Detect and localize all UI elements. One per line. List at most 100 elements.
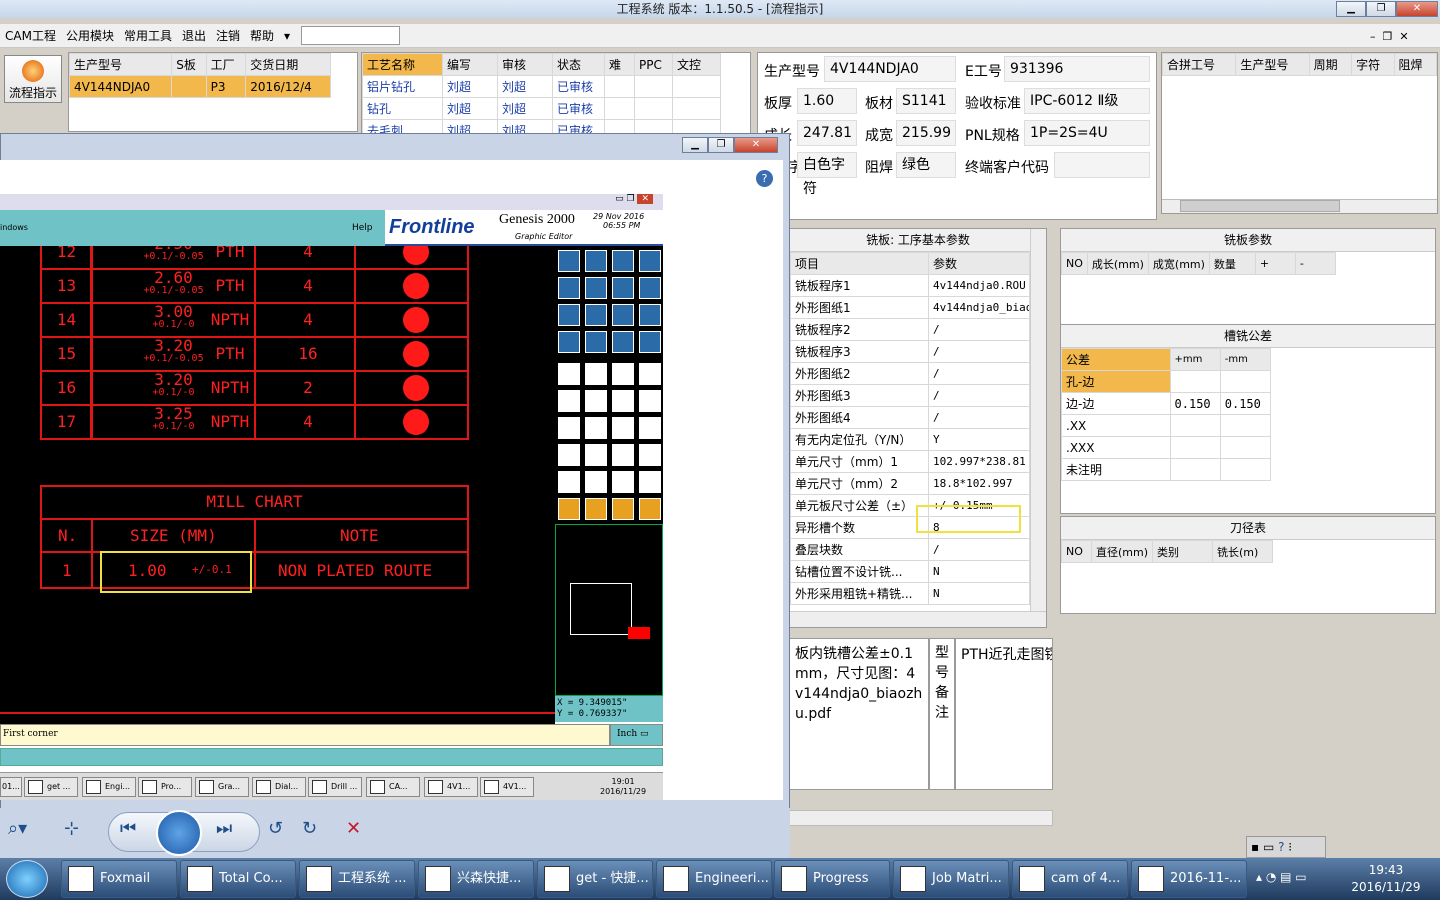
taskbar-button[interactable]: 2016-11-... xyxy=(1131,860,1247,898)
merge-header[interactable]: 字符 xyxy=(1351,53,1395,76)
st-row[interactable]: 孔-边 xyxy=(1061,370,1272,393)
toolbox-tool-icon[interactable] xyxy=(612,331,634,353)
remote-max[interactable]: ❐ xyxy=(708,137,734,153)
toolbox-tool-icon[interactable] xyxy=(585,331,607,353)
mill-row[interactable]: 外形图纸2/ xyxy=(790,362,1030,385)
prod-field[interactable]: 4V144NDJA0 xyxy=(824,56,956,82)
inner-task-button[interactable]: Engi... xyxy=(82,777,136,797)
toolbox-tool-icon[interactable] xyxy=(585,250,607,272)
help-icon[interactable]: ? xyxy=(756,170,773,187)
toolbox-tool-icon[interactable] xyxy=(558,444,580,466)
inner-task-button[interactable]: 4V1... xyxy=(424,777,478,797)
process-row[interactable]: 钻孔 刘超 刘超 已审核 xyxy=(362,97,721,120)
inner-task-button[interactable]: Pro... xyxy=(138,777,192,797)
command-prompt[interactable]: First corner xyxy=(0,724,610,746)
inner-task-button[interactable]: CA... xyxy=(366,777,420,797)
inner-task-button[interactable]: Drill ... xyxy=(308,777,362,797)
toolbox-tool-icon[interactable] xyxy=(558,304,580,326)
st-header[interactable]: 公差 xyxy=(1061,348,1171,371)
knife-header[interactable]: 类别 xyxy=(1152,540,1214,563)
taskbar-button[interactable]: get - 快捷... xyxy=(537,860,653,898)
toolbox-tool-icon[interactable] xyxy=(612,250,634,272)
taskbar-button[interactable]: 兴森快捷... xyxy=(418,860,534,898)
process-header[interactable]: 审核 xyxy=(497,53,553,76)
mat-field[interactable]: S1141 xyxy=(896,88,956,114)
taskbar-button[interactable]: Engineeri... xyxy=(656,860,772,898)
merge-header[interactable]: 生产型号 xyxy=(1235,53,1310,76)
toolbox-tool-icon[interactable] xyxy=(612,304,634,326)
toolbox-tool-icon[interactable] xyxy=(612,498,634,520)
rotate-left-icon[interactable]: ↺ xyxy=(268,818,283,839)
genesis-help-menu[interactable]: Help xyxy=(352,223,373,233)
st-row[interactable]: .XXX xyxy=(1061,436,1272,459)
end-field[interactable] xyxy=(1054,152,1150,178)
knife-header[interactable]: 铣长(m) xyxy=(1212,540,1274,563)
mill-row[interactable]: 单元尺寸（mm）1 102.997*238.81 xyxy=(790,450,1030,473)
mill-row[interactable]: 外形图纸4/ xyxy=(790,406,1030,429)
mill-row[interactable]: 单元尺寸（mm）2 18.8*102.997 xyxy=(790,472,1030,495)
knife-header[interactable]: NO xyxy=(1061,540,1092,563)
menu-logout[interactable]: 注销 xyxy=(211,24,245,48)
toolbox-tool-icon[interactable] xyxy=(639,498,661,520)
zoom-icon[interactable]: ⌕▾ xyxy=(8,818,27,839)
mp-header[interactable]: - xyxy=(1294,252,1336,275)
order-header[interactable]: 工厂 xyxy=(205,53,247,76)
toolbox-tool-icon[interactable] xyxy=(558,390,580,412)
inner-task-button[interactable]: Gra... xyxy=(195,777,249,797)
st-row[interactable]: 未注明 xyxy=(1061,458,1272,481)
merge-header[interactable]: 阻焊 xyxy=(1393,53,1438,76)
toolbox-tool-icon[interactable] xyxy=(639,277,661,299)
mill-row[interactable]: 叠层块数 / xyxy=(790,538,1030,561)
toolbox-tool-icon[interactable] xyxy=(585,277,607,299)
st-header[interactable]: -mm xyxy=(1219,348,1272,371)
toolbox-tool-icon[interactable] xyxy=(585,304,607,326)
toolbox-tool-icon[interactable] xyxy=(558,250,580,272)
mill-row[interactable]: 外形采用粗铣+精铣... N xyxy=(790,582,1030,605)
next-icon[interactable]: ⏭ xyxy=(216,818,232,839)
taskbar-button[interactable]: cam of 4... xyxy=(1012,860,1128,898)
taskbar-button[interactable]: Progress xyxy=(774,860,890,898)
delete-icon[interactable]: ✕ xyxy=(346,818,361,839)
thick-field[interactable]: 1.60 xyxy=(797,88,857,114)
inner-task-button[interactable]: 01... xyxy=(0,777,22,797)
st-row[interactable]: 边-边 0.150 0.150 xyxy=(1061,392,1272,415)
tray-icons[interactable]: ▴ ◔ ▤ ▭ xyxy=(1256,870,1307,884)
toolbox-tool-icon[interactable] xyxy=(585,498,607,520)
pnl-field[interactable]: 1P=2S=4U xyxy=(1024,120,1150,146)
grow-field[interactable]: 247.81 xyxy=(797,120,857,146)
process-header[interactable]: 难 xyxy=(604,53,635,76)
close-button[interactable]: ✕ xyxy=(1396,1,1438,17)
toolbox-tool-icon[interactable] xyxy=(612,471,634,493)
mp-header[interactable]: 成宽(mm) xyxy=(1147,252,1210,275)
rotate-right-icon[interactable]: ↻ xyxy=(302,818,317,839)
toolbox-tool-icon[interactable] xyxy=(558,277,580,299)
toolbox-tool-icon[interactable] xyxy=(558,331,580,353)
mill-row[interactable]: 铣板程序3/ xyxy=(790,340,1030,363)
merge-header[interactable]: 合拼工号 xyxy=(1161,53,1237,76)
taskbar-button[interactable]: Job Matri... xyxy=(893,860,1009,898)
width-field[interactable]: 215.99 xyxy=(896,120,956,146)
toolbox-tool-icon[interactable] xyxy=(558,471,580,493)
inner-task-button[interactable]: get ... xyxy=(24,777,78,797)
taskbar-button[interactable]: Total Co... xyxy=(180,860,296,898)
fit-icon[interactable]: ⊹ xyxy=(64,818,79,839)
mill-vscroll[interactable] xyxy=(1030,229,1046,613)
toolbox-tool-icon[interactable] xyxy=(558,363,580,385)
toolbox-tool-icon[interactable] xyxy=(612,390,634,412)
toolbox-tool-icon[interactable] xyxy=(639,304,661,326)
mill-hscroll[interactable] xyxy=(790,611,1046,627)
knife-header[interactable]: 直径(mm) xyxy=(1090,540,1154,563)
menu-tools[interactable]: 常用工具 xyxy=(119,24,177,48)
toolbox-tool-icon[interactable] xyxy=(558,417,580,439)
maximize-button[interactable]: ❐ xyxy=(1366,1,1396,17)
genesis-windows-menu[interactable]: indows xyxy=(0,223,28,232)
st-header[interactable]: +mm xyxy=(1169,348,1221,371)
char-field[interactable]: 白色字符 xyxy=(797,152,857,197)
toolbox-tool-icon[interactable] xyxy=(558,498,580,520)
menu-more[interactable]: ▾ xyxy=(279,24,295,48)
mp-header[interactable]: + xyxy=(1254,252,1296,275)
mill-row[interactable]: 钻槽位置不设计铣... N xyxy=(790,560,1030,583)
mp-header[interactable]: NO xyxy=(1061,252,1088,275)
start-button[interactable] xyxy=(6,860,48,898)
mdi-controls[interactable]: – ❐ ✕ xyxy=(1370,30,1409,43)
